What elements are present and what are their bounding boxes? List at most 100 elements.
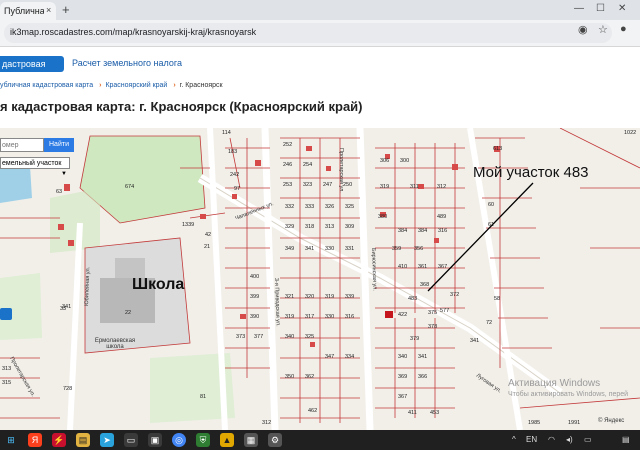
cadastral-map[interactable]: 114 183 242 97 674 63 252 254 246 253 323 247 25…: [0, 128, 640, 430]
breadcrumb: убличная кадастровая карта › Красноярский…: [0, 82, 223, 89]
chrome-icon[interactable]: ◎: [172, 433, 186, 447]
eye-off-icon[interactable]: ◉: [578, 23, 588, 36]
windows-icon[interactable]: ⊞: [4, 433, 18, 447]
tray-overflow-icon[interactable]: ^: [512, 435, 516, 444]
breadcrumb-item-public-map[interactable]: убличная кадастровая карта: [0, 82, 93, 89]
svg-text:674: 674: [125, 184, 134, 190]
flash-icon[interactable]: ⚡: [52, 433, 66, 447]
svg-text:Пролетарская ул.: Пролетарская ул.: [8, 356, 36, 398]
explorer-icon[interactable]: ▦: [244, 433, 258, 447]
nav-land-tax[interactable]: Расчет земельного налога: [72, 58, 182, 68]
svg-text:Бирюсинская ул.: Бирюсинская ул.: [370, 248, 378, 292]
svg-text:311: 311: [410, 184, 419, 190]
svg-text:1991: 1991: [568, 420, 580, 426]
cadastral-number-input[interactable]: омер: [0, 138, 44, 152]
settings-icon[interactable]: ⚙: [268, 433, 282, 447]
minimize-icon[interactable]: —: [574, 3, 584, 14]
svg-text:97: 97: [234, 186, 240, 192]
svg-text:349: 349: [285, 246, 294, 252]
svg-text:246: 246: [283, 162, 292, 168]
svg-text:341: 341: [305, 246, 314, 252]
svg-text:312: 312: [262, 420, 271, 426]
map-control-icon[interactable]: [0, 308, 12, 320]
svg-text:313: 313: [325, 224, 334, 230]
telegram-icon[interactable]: ➤: [100, 433, 114, 447]
svg-text:372: 372: [450, 292, 459, 298]
breadcrumb-item-region[interactable]: Красноярский край: [105, 82, 167, 89]
svg-text:321: 321: [285, 294, 294, 300]
svg-text:613: 613: [493, 146, 502, 152]
svg-text:253: 253: [283, 182, 292, 188]
page-title: я кадастровая карта: г. Красноярск (Крас…: [0, 99, 363, 114]
svg-text:42: 42: [205, 232, 211, 238]
svg-text:319: 319: [325, 294, 334, 300]
svg-text:334: 334: [345, 354, 354, 360]
school-label: Школа: [132, 276, 185, 293]
layer-select-value: емельный участок: [2, 160, 62, 167]
svg-text:362: 362: [305, 374, 314, 380]
svg-text:384: 384: [398, 228, 407, 234]
svg-text:350: 350: [285, 374, 294, 380]
svg-text:375: 375: [428, 310, 437, 316]
svg-text:320: 320: [305, 294, 314, 300]
svg-text:325: 325: [345, 204, 354, 210]
svg-text:326: 326: [325, 204, 334, 210]
breadcrumb-item-city: г. Красноярск: [179, 82, 223, 89]
svg-text:379: 379: [410, 336, 419, 342]
svg-text:399: 399: [250, 294, 259, 300]
svg-text:373: 373: [236, 334, 245, 340]
yandex-icon[interactable]: Я: [28, 433, 42, 447]
find-button[interactable]: Найти: [44, 138, 74, 152]
svg-text:319: 319: [285, 314, 294, 320]
svg-text:323: 323: [303, 182, 312, 188]
close-icon[interactable]: ×: [46, 5, 51, 15]
svg-text:462: 462: [308, 408, 317, 414]
svg-text:316: 316: [345, 314, 354, 320]
svg-text:390: 390: [250, 314, 259, 320]
terminal-icon[interactable]: ▭: [124, 433, 138, 447]
svg-text:378: 378: [428, 324, 437, 330]
svg-text:1022: 1022: [624, 130, 636, 136]
volume-icon[interactable]: ◂): [566, 435, 573, 444]
svg-text:359: 359: [392, 246, 401, 252]
svg-text:347: 347: [325, 354, 334, 360]
address-bar[interactable]: ik3map.roscadastres.com/map/krasnoyarski…: [4, 23, 612, 43]
notes-icon[interactable]: ▤: [76, 433, 90, 447]
maximize-icon[interactable]: ☐: [596, 3, 605, 14]
svg-text:380: 380: [378, 214, 387, 220]
close-window-icon[interactable]: ✕: [618, 3, 626, 14]
svg-text:483: 483: [408, 296, 417, 302]
svg-text:1339: 1339: [182, 222, 194, 228]
svg-text:309: 309: [345, 224, 354, 230]
svg-text:58: 58: [494, 296, 500, 302]
svg-text:254: 254: [303, 162, 312, 168]
plot-annotation: Мой участок 483: [473, 164, 589, 181]
new-tab-button[interactable]: +: [62, 2, 70, 17]
svg-text:400: 400: [250, 274, 259, 280]
svg-text:330: 330: [325, 246, 334, 252]
svg-text:306: 306: [380, 158, 389, 164]
svg-text:453: 453: [430, 410, 439, 416]
stats-icon[interactable]: ▲: [220, 433, 234, 447]
browser-tab[interactable]: Публичная кадастровая карт... ×: [0, 2, 56, 20]
nav-cadastral-map[interactable]: дастровая карта: [0, 56, 64, 85]
svg-text:312: 312: [437, 184, 446, 190]
svg-text:340: 340: [285, 334, 294, 340]
shield-icon[interactable]: ⛨: [196, 433, 210, 447]
bookmark-star-icon[interactable]: ☆: [598, 23, 608, 36]
language-indicator[interactable]: EN: [526, 435, 537, 444]
media-icon[interactable]: ▣: [148, 433, 162, 447]
layer-select[interactable]: емельный участок ▼: [0, 157, 70, 177]
svg-text:61: 61: [488, 222, 494, 228]
svg-text:333: 333: [305, 204, 314, 210]
windows-activation-watermark: Активация Windows Чтобы активировать Win…: [508, 378, 629, 398]
profile-icon[interactable]: ●: [620, 23, 627, 35]
svg-text:315: 315: [2, 380, 11, 386]
notifications-icon[interactable]: ▤: [622, 435, 630, 444]
svg-text:339: 339: [345, 294, 354, 300]
wifi-icon[interactable]: ◠: [548, 435, 555, 444]
svg-text:367: 367: [438, 264, 447, 270]
svg-text:1985: 1985: [528, 420, 540, 426]
battery-icon[interactable]: ▭: [584, 435, 592, 444]
windows-taskbar: ⊞ Я ⚡ ▤ ➤ ▭ ▣ ◎ ⛨ ▲ ▦ ⚙ ^ EN ◠ ◂) ▭ ▤: [0, 430, 640, 450]
